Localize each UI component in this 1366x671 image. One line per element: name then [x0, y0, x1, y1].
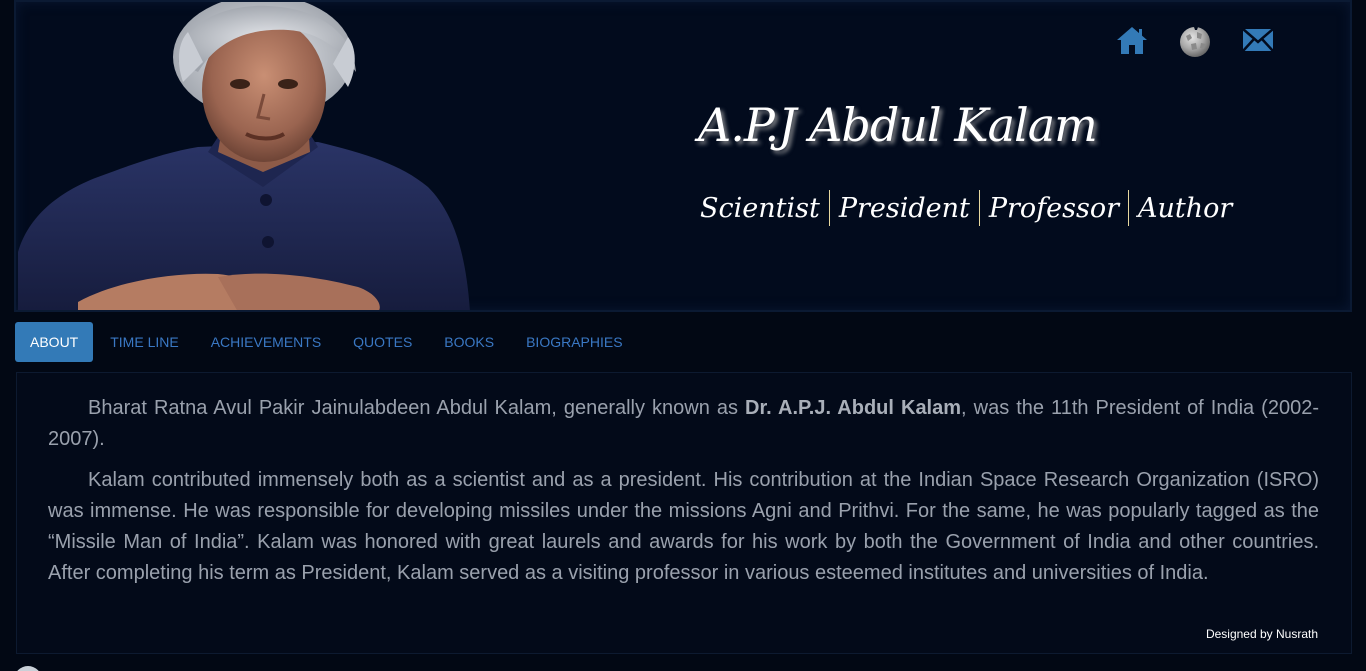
- about-text: Bharat Ratna Avul Pakir Jainulabdeen Abd…: [88, 397, 746, 419]
- tab-achievements[interactable]: ACHIEVEMENTS: [196, 322, 336, 362]
- home-link[interactable]: [1114, 22, 1150, 58]
- tab-about[interactable]: ABOUT: [15, 322, 94, 362]
- mail-icon: [1242, 28, 1274, 52]
- about-paragraph-2: Kalam contributed immensely both as a sc…: [48, 469, 1319, 584]
- page-title: A.P.J Abdul Kalam: [698, 98, 1098, 152]
- role-divider: [978, 190, 980, 226]
- mail-link[interactable]: [1240, 22, 1276, 58]
- role-professor: Professor: [988, 192, 1120, 224]
- about-panel: Bharat Ratna Avul Pakir Jainulabdeen Abd…: [16, 372, 1352, 654]
- portrait-image: [18, 2, 470, 310]
- globe-icon: [1180, 27, 1210, 57]
- tab-books[interactable]: BOOKS: [429, 322, 509, 362]
- wikipedia-link[interactable]: [1177, 22, 1213, 58]
- role-divider: [1128, 190, 1130, 226]
- role-author: Author: [1138, 192, 1233, 224]
- header-icons: [1114, 22, 1276, 58]
- roles-line: Scientist President Professor Author: [700, 190, 1232, 226]
- tab-time-line[interactable]: TIME LINE: [95, 322, 193, 362]
- page: A.P.J Abdul Kalam Scientist President Pr…: [0, 0, 1366, 671]
- tab-biographies[interactable]: BIOGRAPHIES: [511, 322, 637, 362]
- role-president: President: [838, 192, 970, 224]
- scroll-top-button[interactable]: [14, 666, 42, 671]
- designer-credit: Designed by Nusrath: [1205, 627, 1318, 641]
- header-banner: A.P.J Abdul Kalam Scientist President Pr…: [14, 0, 1352, 312]
- tab-quotes[interactable]: QUOTES: [338, 322, 427, 362]
- about-paragraph-1: Bharat Ratna Avul Pakir Jainulabdeen Abd…: [48, 393, 1319, 455]
- home-icon: [1117, 27, 1147, 54]
- nav-tabs: ABOUT TIME LINE ACHIEVEMENTS QUOTES BOOK…: [15, 322, 640, 362]
- role-divider: [828, 190, 830, 226]
- about-name-bold: Dr. A.P.J. Abdul Kalam: [745, 397, 962, 419]
- role-scientist: Scientist: [700, 192, 820, 224]
